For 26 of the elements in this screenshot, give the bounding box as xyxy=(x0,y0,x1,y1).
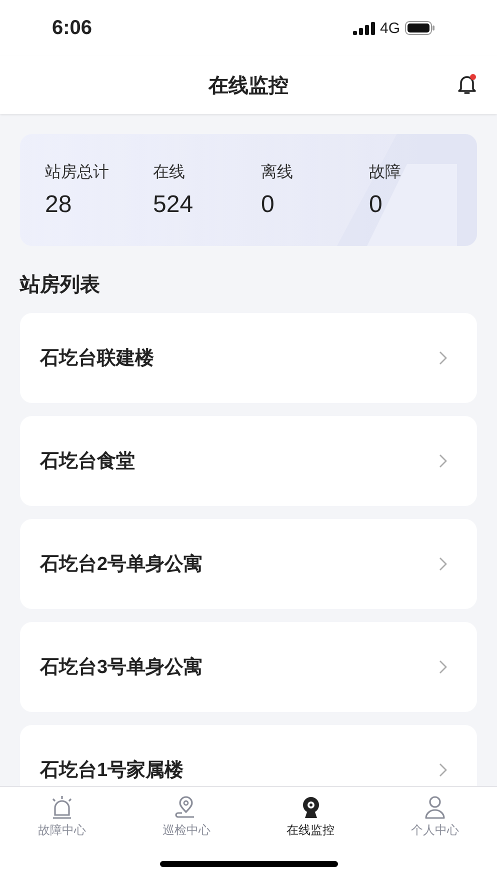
stat-value: 0 xyxy=(369,190,384,218)
network-label: 4G xyxy=(380,20,400,36)
chevron-right-icon xyxy=(439,763,447,777)
stat-value: 28 xyxy=(45,190,73,218)
status-time: 6:06 xyxy=(52,16,92,40)
station-item[interactable]: 石圪台3号单身公寓 xyxy=(20,622,477,712)
stat-label: 在线 xyxy=(153,162,186,182)
chevron-right-icon xyxy=(439,351,447,365)
chevron-right-icon xyxy=(439,557,447,571)
stat-label: 离线 xyxy=(261,162,294,182)
stat-label: 站房总计 xyxy=(45,162,110,182)
page-title: 在线监控 xyxy=(208,74,288,98)
battery-icon xyxy=(405,21,435,35)
section-title: 站房列表 xyxy=(20,272,101,298)
station-item[interactable]: 石圪台1号家属楼 xyxy=(20,725,477,786)
station-item[interactable]: 石圪台2号单身公寓 xyxy=(20,519,477,609)
tab-item[interactable]: 在线监控 xyxy=(248,787,373,845)
stat-label: 故障 xyxy=(369,162,402,182)
station-item[interactable]: 石圪台联建楼 xyxy=(20,313,477,403)
stat-value: 524 xyxy=(153,190,194,218)
stat-value: 0 xyxy=(261,190,276,218)
station-item[interactable]: 石圪台食堂 xyxy=(20,416,477,506)
chevron-right-icon xyxy=(439,660,447,674)
chevron-right-icon xyxy=(439,454,447,468)
bell-icon[interactable] xyxy=(455,72,479,96)
signal-icon xyxy=(352,22,375,34)
